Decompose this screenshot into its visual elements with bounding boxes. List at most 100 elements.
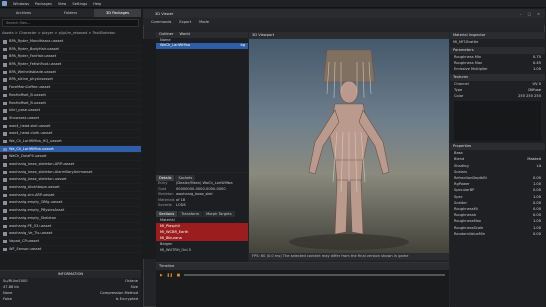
viewer-menu: Commands Export Mode [143, 18, 545, 25]
list-item[interactable]: wax4_head.cloth.uasset [0, 130, 141, 138]
info-title: INFORMATION [0, 271, 141, 278]
list-item[interactable]: Wa_Ch_LariWi9ba_HQ_uasset [0, 138, 141, 146]
tree-item[interactable]: WaCh_LariWi9ba bg [156, 43, 248, 49]
property-value: 0.00 [532, 231, 541, 236]
play-icon[interactable]: ▶ [160, 273, 163, 277]
left-tabs: Archives Folders 3D Packages [0, 9, 141, 17]
outliner-panel: Outliner World Name WaCh_LariWi9ba bg [156, 32, 248, 172]
viewer-title: 3D Viewer [155, 11, 174, 16]
list-item[interactable]: waxhanig_Ve_Tis.uasset [0, 230, 141, 238]
tab-folders[interactable]: Folders [47, 9, 94, 17]
3d-viewport[interactable] [249, 32, 449, 260]
info-panel: INFORMATION Su/RLike2000 Octane 47.86 kb S… [0, 270, 141, 307]
list-item[interactable]: BPA_Ryder_BodyHair.uasset [0, 46, 141, 54]
character-model [289, 49, 409, 250]
tab-morph-targets[interactable]: Morph Targets [203, 210, 235, 217]
list-item[interactable]: ReoHoffset_B.uasset [0, 100, 141, 108]
minimize-icon[interactable]: – [520, 12, 522, 16]
info-value: False [3, 297, 13, 301]
list-item[interactable]: Wa_Ch_LariWi9ba.uasset [0, 145, 141, 154]
material-name: MI_MIT-Brattle [453, 40, 479, 44]
inspector-title: Material Inspector [450, 32, 545, 39]
property-row[interactable]: RandomValueMin 0.00 [450, 231, 545, 237]
tab-outliner[interactable]: Outliner [156, 32, 176, 38]
menu-windows[interactable]: Windows [13, 2, 29, 6]
timeline-title: Timeline [156, 263, 449, 270]
details-panel: Details Sockets Entry (Dealer/Mesh) WaCh_… [156, 173, 248, 263]
tab-archives[interactable]: Archives [0, 9, 47, 17]
property-key: Color [454, 94, 464, 99]
material-list: Material MI_Plasphil MI_WCBR_Earth MI_Bikur… [156, 217, 248, 253]
viewport-status: FPS: 60 (0.0 ms) The selected content ma… [249, 253, 449, 260]
list-item[interactable]: waxhanig.PE_03.uasset [0, 223, 141, 231]
file-list: BPA_Ryder_MondHaarz.uasset BPA_Ryder_Body… [0, 38, 141, 268]
list-item[interactable]: BPA_Weiheitsblade.uasset [0, 69, 141, 77]
menu-commands[interactable]: Commands [151, 20, 171, 24]
viewport-header: 3D Viewport [249, 32, 449, 39]
list-item[interactable]: BPA_Ryder_FetishFoot.uasset [0, 61, 141, 69]
list-item[interactable]: BPA_sikine_physicsasset [0, 76, 141, 85]
tab-world[interactable]: World [176, 32, 192, 38]
list-item[interactable]: wax4_head.skel.uasset [0, 123, 141, 131]
list-item[interactable]: waxhanig.empty_Skeleton [0, 215, 141, 223]
material-item[interactable]: MI_WUTRH_Onl-5 [156, 247, 248, 253]
tree-item-label: WaCh_LariWi9ba [160, 43, 191, 47]
details-key: Sockets [158, 203, 172, 207]
list-item[interactable]: WF_Sensor.uasset [0, 246, 141, 254]
property-key: Emissive Multiplier [454, 67, 488, 72]
list-item[interactable]: waxhanig_bloshbopa.uasset [0, 184, 141, 192]
list-item[interactable]: waxhanig.empty_l3Mg.uasset [0, 199, 141, 208]
maximize-icon[interactable]: □ [528, 12, 531, 16]
list-item[interactable]: waxhanig.sim.ARP.uasset [0, 192, 141, 200]
property-row[interactable]: Emissive Multiplier 1.00 [450, 66, 545, 72]
list-item[interactable]: waxhanig.empty_PBysiesAsset [0, 207, 141, 215]
list-item[interactable]: Vapad_CP.uasset [0, 238, 141, 246]
close-icon[interactable]: × [537, 12, 540, 16]
line-gutter [143, 39, 156, 259]
timeline-panel: Timeline ▶ ❚❚ ■ [156, 262, 449, 307]
menu-packages[interactable]: Packages [35, 2, 52, 6]
tab-sections[interactable]: Sections [156, 210, 178, 217]
property-value: 255 255 255 [518, 94, 541, 99]
info-key: Is Encrypted [115, 297, 138, 301]
section-properties[interactable]: Properties [450, 143, 545, 151]
stop-icon[interactable]: ■ [177, 273, 180, 277]
property-value: 1.00 [532, 67, 541, 72]
menu-help[interactable]: Help [93, 2, 101, 6]
list-item[interactable]: ReoHoffset_B.uasset [0, 92, 141, 100]
list-item[interactable]: BPA_Ryder_MondHaarz.uasset [0, 38, 141, 46]
list-item[interactable]: waxhanig_base_skeleton.AlarmBaryAnimasse… [0, 169, 141, 177]
list-item[interactable]: waxhanig_base_skeleton.uasset [0, 176, 141, 185]
list-item[interactable]: kikri_pose.uasset [0, 107, 141, 115]
tree-item-tag: bg [240, 43, 245, 47]
menu-mode[interactable]: Mode [199, 20, 209, 24]
menu-view[interactable]: View [58, 2, 67, 6]
app-logo-icon [2, 1, 7, 6]
breadcrumb[interactable]: Assets > Character > player > pl/pl/m_re… [2, 30, 141, 37]
list-item[interactable]: BPA_Ryder_FanHair.uasset [0, 53, 141, 62]
tab-3d-packages[interactable]: 3D Packages [94, 9, 141, 17]
material-inspector: Material Inspector MI_MIT-Brattle Parame… [450, 32, 545, 307]
search-input[interactable]: Search files... [2, 19, 139, 27]
menu-bar: Windows Packages View Settings Help [0, 0, 546, 8]
timeline-track[interactable] [184, 274, 445, 276]
viewer-titlebar[interactable]: 3D Viewer – □ × [143, 9, 545, 18]
list-item[interactable]: waxhanig_base_skeleton.ARP.uasset [0, 161, 141, 169]
section-textures[interactable]: Textures [450, 73, 545, 81]
details-row: Sockets LODS [156, 203, 248, 209]
property-value: Lit [536, 163, 541, 168]
menu-export[interactable]: Export [179, 20, 191, 24]
property-key: RandomValueMin [454, 231, 486, 236]
list-item[interactable]: FaceMainCoffee.uasset [0, 84, 141, 92]
section-tabs: Sections Transform Morph Targets [156, 210, 248, 217]
list-item[interactable]: WaCh_DolaP4.uasset [0, 153, 141, 161]
menu-settings[interactable]: Settings [72, 2, 87, 6]
pause-icon[interactable]: ❚❚ [167, 273, 173, 277]
property-row[interactable]: Color 255 255 255 [450, 93, 545, 99]
playback-controls: ▶ ❚❚ ■ [156, 270, 449, 280]
list-item[interactable]: Showsest.uasset [0, 115, 141, 123]
tab-transform[interactable]: Transform [178, 210, 203, 217]
section-parameters[interactable]: Parameters [450, 47, 545, 54]
details-value: LODS [176, 203, 186, 207]
texture-preview [454, 101, 541, 142]
